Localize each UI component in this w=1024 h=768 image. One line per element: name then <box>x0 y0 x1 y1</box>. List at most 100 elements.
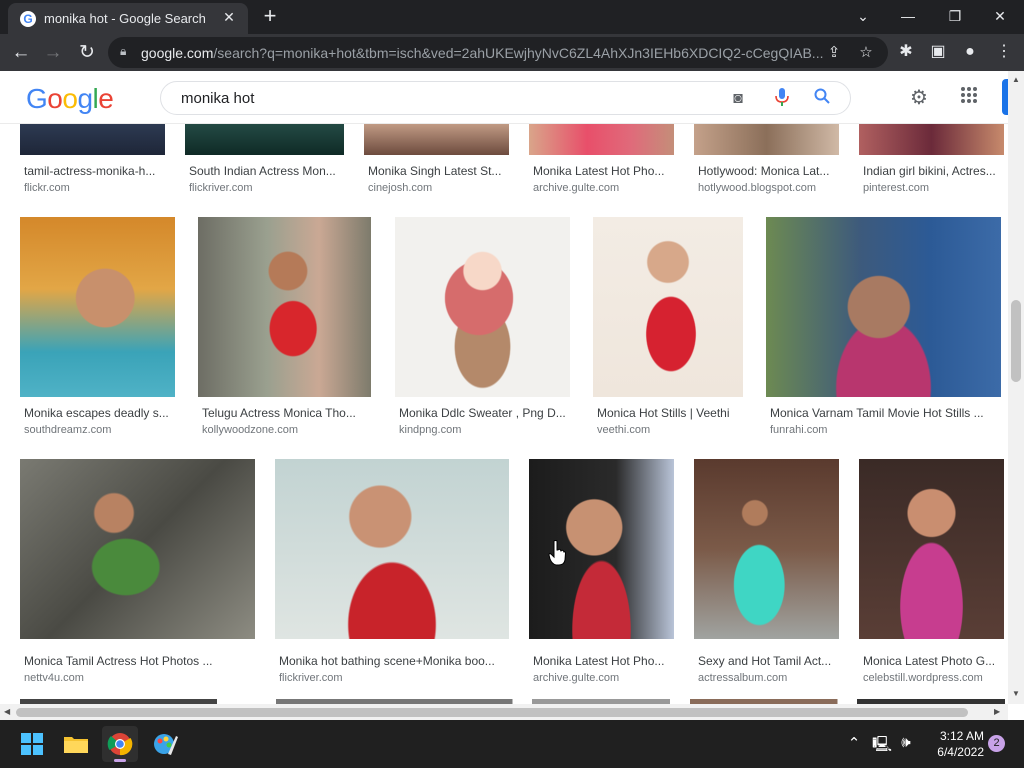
result-source[interactable]: flickriver.com <box>279 672 343 684</box>
result-caption[interactable]: Monika Ddlc Sweater , Png D... <box>399 406 571 420</box>
image-result[interactable]: Indian girl bikini, Actres... pinterest.… <box>859 124 1004 194</box>
volume-icon[interactable]: 🕪︎ <box>896 734 916 751</box>
scroll-down-icon[interactable]: ▼ <box>1011 689 1021 698</box>
scroll-right-icon[interactable]: ▶ <box>994 707 1000 716</box>
network-icon[interactable]: 🖳︎ <box>872 734 892 759</box>
result-caption[interactable]: Telugu Actress Monica Tho... <box>202 406 373 420</box>
result-caption[interactable]: tamil-actress-monika-h... <box>24 164 165 178</box>
result-thumbnail[interactable] <box>275 459 509 639</box>
result-thumbnail[interactable] <box>694 459 839 639</box>
image-result[interactable]: Monika Ddlc Sweater , Png D... kindpng.c… <box>395 217 571 437</box>
paint-icon[interactable] <box>146 726 182 762</box>
browser-tab[interactable]: G monika hot - Google Search ✕ <box>8 3 248 34</box>
result-thumbnail[interactable] <box>20 124 165 155</box>
profile-icon[interactable]: ● <box>960 42 980 62</box>
result-caption[interactable]: Monika Latest Hot Pho... <box>533 654 675 668</box>
apps-grid-icon[interactable] <box>957 86 981 110</box>
result-thumbnail[interactable] <box>593 217 743 397</box>
result-caption[interactable]: Monika hot bathing scene+Monika boo... <box>279 654 510 668</box>
result-thumbnail[interactable] <box>185 124 344 155</box>
back-button[interactable]: ← <box>8 40 34 66</box>
result-caption[interactable]: Monica Tamil Actress Hot Photos ... <box>24 654 256 668</box>
result-source[interactable]: flickr.com <box>24 182 70 194</box>
result-caption[interactable]: Sexy and Hot Tamil Act... <box>698 654 840 668</box>
scroll-up-icon[interactable]: ▲ <box>1011 75 1021 84</box>
horizontal-scrollbar[interactable]: ◀ ▶ <box>0 704 1008 720</box>
chrome-icon[interactable] <box>102 726 138 762</box>
extensions-icon[interactable]: ✱ <box>896 42 916 62</box>
result-thumbnail[interactable] <box>766 217 1001 397</box>
image-result[interactable]: Monica Latest Photo G... celebstill.word… <box>859 459 1005 684</box>
result-source[interactable]: hotlywood.blogspot.com <box>698 182 816 194</box>
image-result[interactable]: Telugu Actress Monica Tho... kollywoodzo… <box>198 217 373 437</box>
result-caption[interactable]: Hotlywood: Monica Lat... <box>698 164 839 178</box>
result-caption[interactable]: Monica Latest Photo G... <box>863 654 1005 668</box>
image-result[interactable]: South Indian Actress Mon... flickriver.c… <box>185 124 345 194</box>
search-input[interactable]: monika hot <box>181 90 254 107</box>
tab-close-icon[interactable]: ✕ <box>220 8 238 26</box>
result-source[interactable]: funrahi.com <box>770 424 827 436</box>
result-thumbnail[interactable] <box>395 217 570 397</box>
search-icon[interactable] <box>811 88 833 110</box>
bookmark-star-icon[interactable]: ☆ <box>856 43 876 61</box>
result-thumbnail[interactable] <box>859 459 1004 639</box>
result-source[interactable]: flickriver.com <box>189 182 253 194</box>
result-caption[interactable]: Monika Latest Hot Pho... <box>533 164 675 178</box>
result-source[interactable]: celebstill.wordpress.com <box>863 672 983 684</box>
result-caption[interactable]: Monica Hot Stills | Veethi <box>597 406 745 420</box>
image-result[interactable]: Monika Latest Hot Pho... archive.gulte.c… <box>529 459 675 684</box>
share-icon[interactable]: ⇪ <box>824 43 844 61</box>
image-result[interactable]: Monika Singh Latest St... cinejosh.com <box>364 124 510 194</box>
settings-gear-icon[interactable]: ⚙ <box>907 86 931 110</box>
result-source[interactable]: southdreamz.com <box>24 424 111 436</box>
image-result[interactable]: Monika escapes deadly s... southdreamz.c… <box>20 217 176 437</box>
result-source[interactable]: cinejosh.com <box>368 182 432 194</box>
result-thumbnail[interactable] <box>20 459 255 639</box>
show-hidden-icons-chevron-up-icon[interactable]: ⌃ <box>844 734 864 752</box>
result-source[interactable]: actressalbum.com <box>698 672 787 684</box>
image-result[interactable]: tamil-actress-monika-h... flickr.com <box>20 124 165 194</box>
vertical-scrollbar[interactable]: ▲ ▼ <box>1008 71 1024 704</box>
microphone-icon[interactable] <box>771 88 793 110</box>
sidepanel-icon[interactable]: ▣ <box>928 42 948 62</box>
image-result[interactable]: Monica Varnam Tamil Movie Hot Stills ...… <box>766 217 1002 437</box>
search-box[interactable]: monika hot ◙ <box>160 81 851 115</box>
result-thumbnail[interactable] <box>364 124 509 155</box>
image-result[interactable]: Monika hot bathing scene+Monika boo... f… <box>275 459 510 684</box>
result-thumbnail[interactable] <box>694 124 839 155</box>
reload-button[interactable]: ↻ <box>74 40 100 66</box>
menu-icon[interactable]: ⋮ <box>994 42 1014 62</box>
google-logo[interactable]: Google <box>26 83 114 115</box>
result-caption[interactable]: Monika Singh Latest St... <box>368 164 510 178</box>
result-source[interactable]: nettv4u.com <box>24 672 84 684</box>
window-close-button[interactable]: ✕ <box>985 4 1015 28</box>
result-source[interactable]: archive.gulte.com <box>533 672 619 684</box>
result-caption[interactable]: Monika escapes deadly s... <box>24 406 176 420</box>
image-result[interactable]: Sexy and Hot Tamil Act... actressalbum.c… <box>694 459 840 684</box>
result-thumbnail[interactable] <box>198 217 371 397</box>
result-thumbnail[interactable] <box>20 217 175 397</box>
forward-button[interactable]: → <box>40 40 66 66</box>
result-source[interactable]: kindpng.com <box>399 424 461 436</box>
result-source[interactable]: pinterest.com <box>863 182 929 194</box>
result-caption[interactable]: Monica Varnam Tamil Movie Hot Stills ... <box>770 406 1002 420</box>
result-caption[interactable]: South Indian Actress Mon... <box>189 164 345 178</box>
horizontal-scroll-thumb[interactable] <box>16 708 968 717</box>
result-thumbnail[interactable] <box>859 124 1004 155</box>
image-result[interactable]: Hotlywood: Monica Lat... hotlywood.blogs… <box>694 124 839 194</box>
result-source[interactable]: veethi.com <box>597 424 650 436</box>
result-caption[interactable]: Indian girl bikini, Actres... <box>863 164 1004 178</box>
vertical-scroll-thumb[interactable] <box>1011 300 1021 382</box>
scroll-left-icon[interactable]: ◀ <box>4 707 10 716</box>
image-result[interactable]: Monica Hot Stills | Veethi veethi.com <box>593 217 745 437</box>
minimize-button[interactable]: — <box>893 4 923 28</box>
result-source[interactable]: archive.gulte.com <box>533 182 619 194</box>
restore-button[interactable]: ❐ <box>940 4 970 28</box>
system-clock[interactable]: 3:12 AM 6/4/2022 <box>928 728 984 760</box>
notification-badge[interactable]: 2 <box>988 735 1005 752</box>
image-result[interactable]: Monika Latest Hot Pho... archive.gulte.c… <box>529 124 675 194</box>
camera-icon[interactable]: ◙ <box>727 88 749 110</box>
result-thumbnail[interactable] <box>529 124 674 155</box>
tab-search-chevron-down-icon[interactable]: ⌄ <box>848 4 878 28</box>
address-bar[interactable]: 🔒︎ google.com/search?q=monika+hot&tbm=is… <box>108 37 888 68</box>
